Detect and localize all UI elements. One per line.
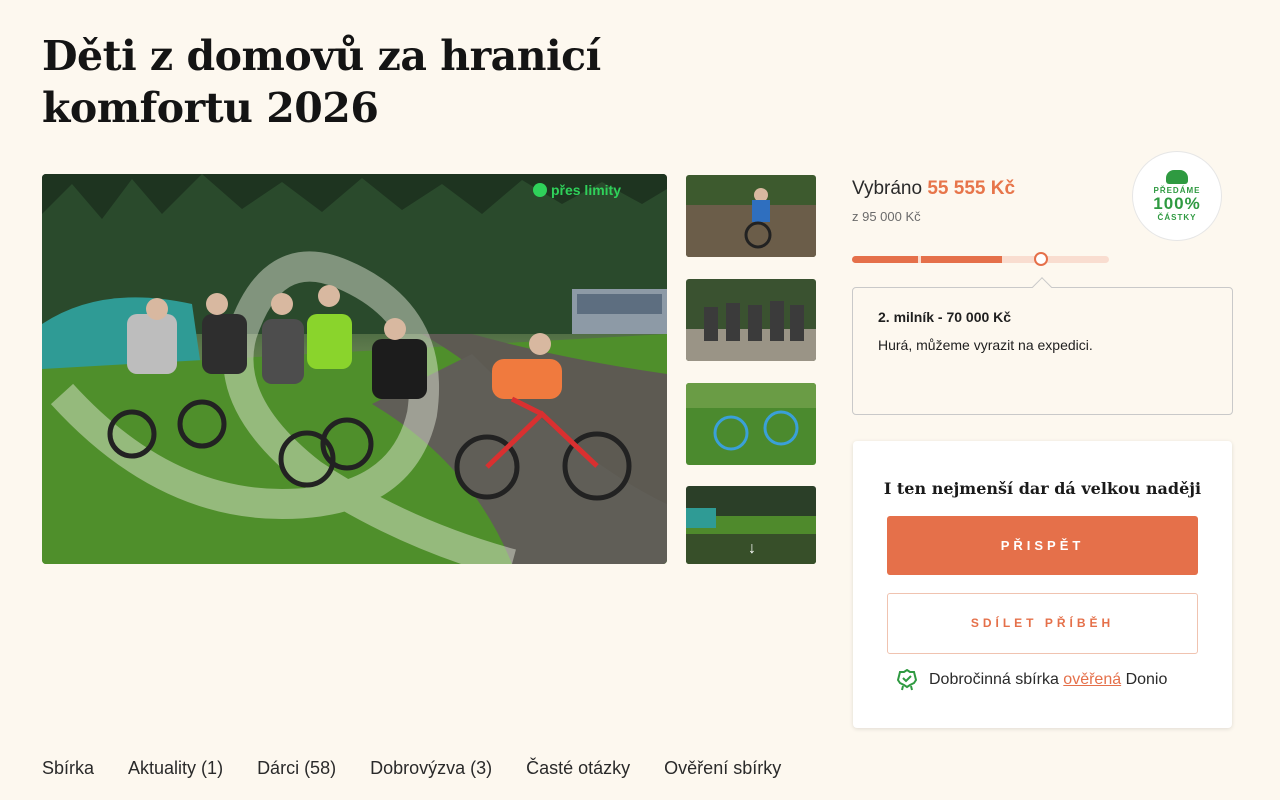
tab-darci[interactable]: Dárci (58) [257,758,336,779]
milestone-title: 2. milník - 70 000 Kč [878,309,1012,325]
verified-notice: Dobročinná sbírka ověřená Donio [897,669,1167,691]
badge-bottom-text: ČÁSTKY [1157,213,1197,222]
milestone-text: Hurá, můžeme vyrazit na expedici. [878,337,1093,353]
verified-suffix: Donio [1125,671,1168,688]
thumbnail-image [686,279,816,361]
goal-amount: z 95 000 Kč [852,209,921,224]
milestone-marker[interactable] [1034,252,1048,266]
badge-value: 100% [1153,194,1201,213]
brand-label: přes limity [550,182,621,198]
arrow-down-icon[interactable]: ↓ [686,534,816,564]
heart-hands-icon [1166,170,1188,184]
gallery-thumbnail[interactable] [686,279,816,361]
share-story-button[interactable]: SDÍLET PŘÍBĚH [887,593,1198,654]
donate-button[interactable]: PŘISPĚT [887,516,1198,575]
verified-badge-icon [897,669,917,691]
progress-fill [852,256,918,263]
gallery-thumbnail-more[interactable]: ↓ [686,486,816,564]
progress-fill [921,256,1002,263]
gallery-thumbnail[interactable] [686,383,816,465]
verified-link[interactable]: ověřená [1063,671,1121,688]
page-title: Děti z domovů za hranicí komfortu 2026 [42,32,601,132]
raised-summary: Vybráno 55 555 Kč [852,178,1015,200]
donate-card: I ten nejmenší dar dá velkou naději PŘIS… [853,441,1232,728]
tab-overeni-sbirky[interactable]: Ověření sbírky [664,758,781,779]
raised-label: Vybráno [852,178,923,199]
raised-amount: 55 555 Kč [927,178,1016,199]
thumbnail-image [686,175,816,257]
group-cyclists-photo [42,174,667,564]
brand-watermark: přes limity [532,182,621,198]
donate-heading: I ten nejmenší dar dá velkou naději [883,479,1202,498]
tab-aktuality[interactable]: Aktuality (1) [128,758,223,779]
gallery-thumbnail[interactable] [686,175,816,257]
transfer-badge: PŘEDÁME 100% ČÁSTKY [1133,152,1221,240]
verified-prefix: Dobročinná sbírka [929,671,1059,688]
tab-dobrovyzva[interactable]: Dobrovýzva (3) [370,758,492,779]
main-photo[interactable]: přes limity [42,174,667,564]
tab-sbirka[interactable]: Sbírka [42,758,94,779]
leaf-icon [532,183,547,197]
thumbnail-image [686,383,816,465]
tab-caste-otazky[interactable]: Časté otázky [526,758,630,779]
section-tabs: Sbírka Aktuality (1) Dárci (58) Dobrovýz… [42,758,781,779]
